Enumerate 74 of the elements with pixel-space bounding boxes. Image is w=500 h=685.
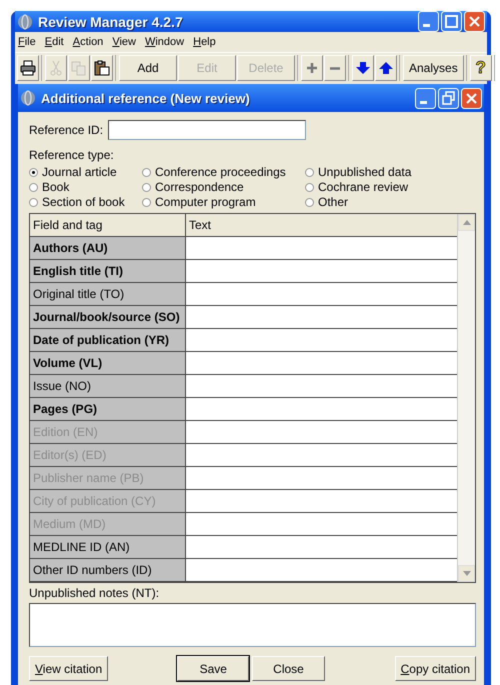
clipboard-button[interactable]	[91, 55, 113, 81]
radio-icon[interactable]	[305, 198, 314, 206]
close-button[interactable]	[464, 11, 485, 32]
minimize-button[interactable]	[418, 11, 439, 32]
menu-item[interactable]: Help	[193, 36, 216, 48]
minus-button[interactable]	[324, 55, 346, 81]
radio-option[interactable]: Journal article	[29, 165, 142, 179]
scroll-down-arrow-icon[interactable]	[462, 571, 470, 576]
window-title: Review Manager 4.2.7	[38, 14, 184, 30]
field-name-cell: Journal/book/source (SO)	[30, 306, 186, 328]
radio-option[interactable]: Other	[305, 195, 476, 209]
radio-option[interactable]: Computer program	[142, 195, 305, 209]
field-name-cell: Original title (TO)	[30, 283, 186, 305]
radio-icon[interactable]	[142, 198, 151, 206]
printer-button[interactable]	[17, 55, 39, 81]
up-arrow-icon	[378, 60, 394, 76]
field-name-cell: Authors (AU)	[30, 237, 186, 259]
column-header: Text	[186, 214, 458, 236]
minimize-button[interactable]	[415, 88, 436, 108]
radio-option[interactable]: Section of book	[29, 195, 142, 209]
clipboard-icon	[94, 60, 110, 76]
field-name-cell: Issue (NO)	[30, 375, 186, 397]
down-arrow-icon	[355, 60, 371, 76]
radio-option[interactable]: Correspondence	[142, 180, 305, 194]
field-name-cell: MEDLINE ID (AN)	[30, 536, 186, 558]
radio-icon[interactable]	[305, 182, 314, 192]
radio-icon[interactable]	[29, 198, 38, 206]
menu-item[interactable]: Action	[72, 36, 104, 48]
menu-item[interactable]: File	[18, 36, 36, 48]
radio-icon[interactable]	[29, 182, 38, 192]
menu-item[interactable]: Edit	[44, 36, 64, 48]
radio-option[interactable]: Conference proceedings	[142, 165, 305, 179]
restore-button[interactable]	[438, 88, 459, 108]
column-header: Field and tag	[30, 214, 186, 236]
radio-icon[interactable]	[29, 168, 38, 176]
radio-option[interactable]: Unpublished data	[305, 165, 476, 179]
field-name-cell: Volume (VL)	[30, 352, 186, 374]
scissors-icon	[48, 60, 64, 76]
toolbar-button[interactable]: Analyses	[403, 55, 464, 81]
dialog-title: Additional reference (New review)	[41, 90, 251, 106]
close-button[interactable]	[461, 88, 482, 108]
globe-icon	[20, 90, 36, 106]
reference-type-label: Reference type:	[29, 148, 115, 162]
radio-icon[interactable]	[305, 168, 314, 176]
copy-icon	[71, 60, 87, 76]
notes-field[interactable]	[29, 603, 476, 647]
reference-id-label: Reference ID:	[29, 123, 104, 137]
printer-icon	[20, 60, 36, 76]
minus-icon	[330, 66, 340, 70]
plus-button[interactable]	[301, 55, 323, 81]
radio-icon[interactable]	[142, 168, 151, 176]
globe-icon	[17, 14, 33, 30]
plus-icon	[304, 60, 320, 76]
dialog-button[interactable]: Close	[252, 656, 325, 681]
field-name-cell: Other ID numbers (ID)	[30, 559, 186, 581]
up-arrow-button[interactable]	[375, 55, 397, 81]
field-name-cell: Date of publication (YR)	[30, 329, 186, 351]
toolbar-button[interactable]: Add	[119, 55, 177, 81]
scroll-up-arrow-icon[interactable]	[462, 220, 470, 225]
maximize-button[interactable]	[441, 11, 462, 32]
down-arrow-button[interactable]	[352, 55, 374, 81]
scroll-bar[interactable]	[457, 214, 475, 582]
menu-item[interactable]: Window	[144, 36, 184, 48]
dialog-button[interactable]: Copy citation	[394, 656, 476, 681]
radio-icon[interactable]	[142, 182, 151, 192]
reference-id-field[interactable]	[108, 120, 306, 140]
notes-label: Unpublished notes (NT):	[29, 586, 160, 600]
dialog-button[interactable]: Save	[177, 656, 250, 681]
field-name-cell: English title (TI)	[30, 260, 186, 282]
radio-option[interactable]: Book	[29, 180, 142, 194]
dialog-button[interactable]: View citation	[29, 656, 108, 681]
field-name-cell: Pages (PG)	[30, 398, 186, 420]
radio-option[interactable]: Cochrane review	[305, 180, 476, 194]
menu-item[interactable]: View	[112, 36, 136, 48]
